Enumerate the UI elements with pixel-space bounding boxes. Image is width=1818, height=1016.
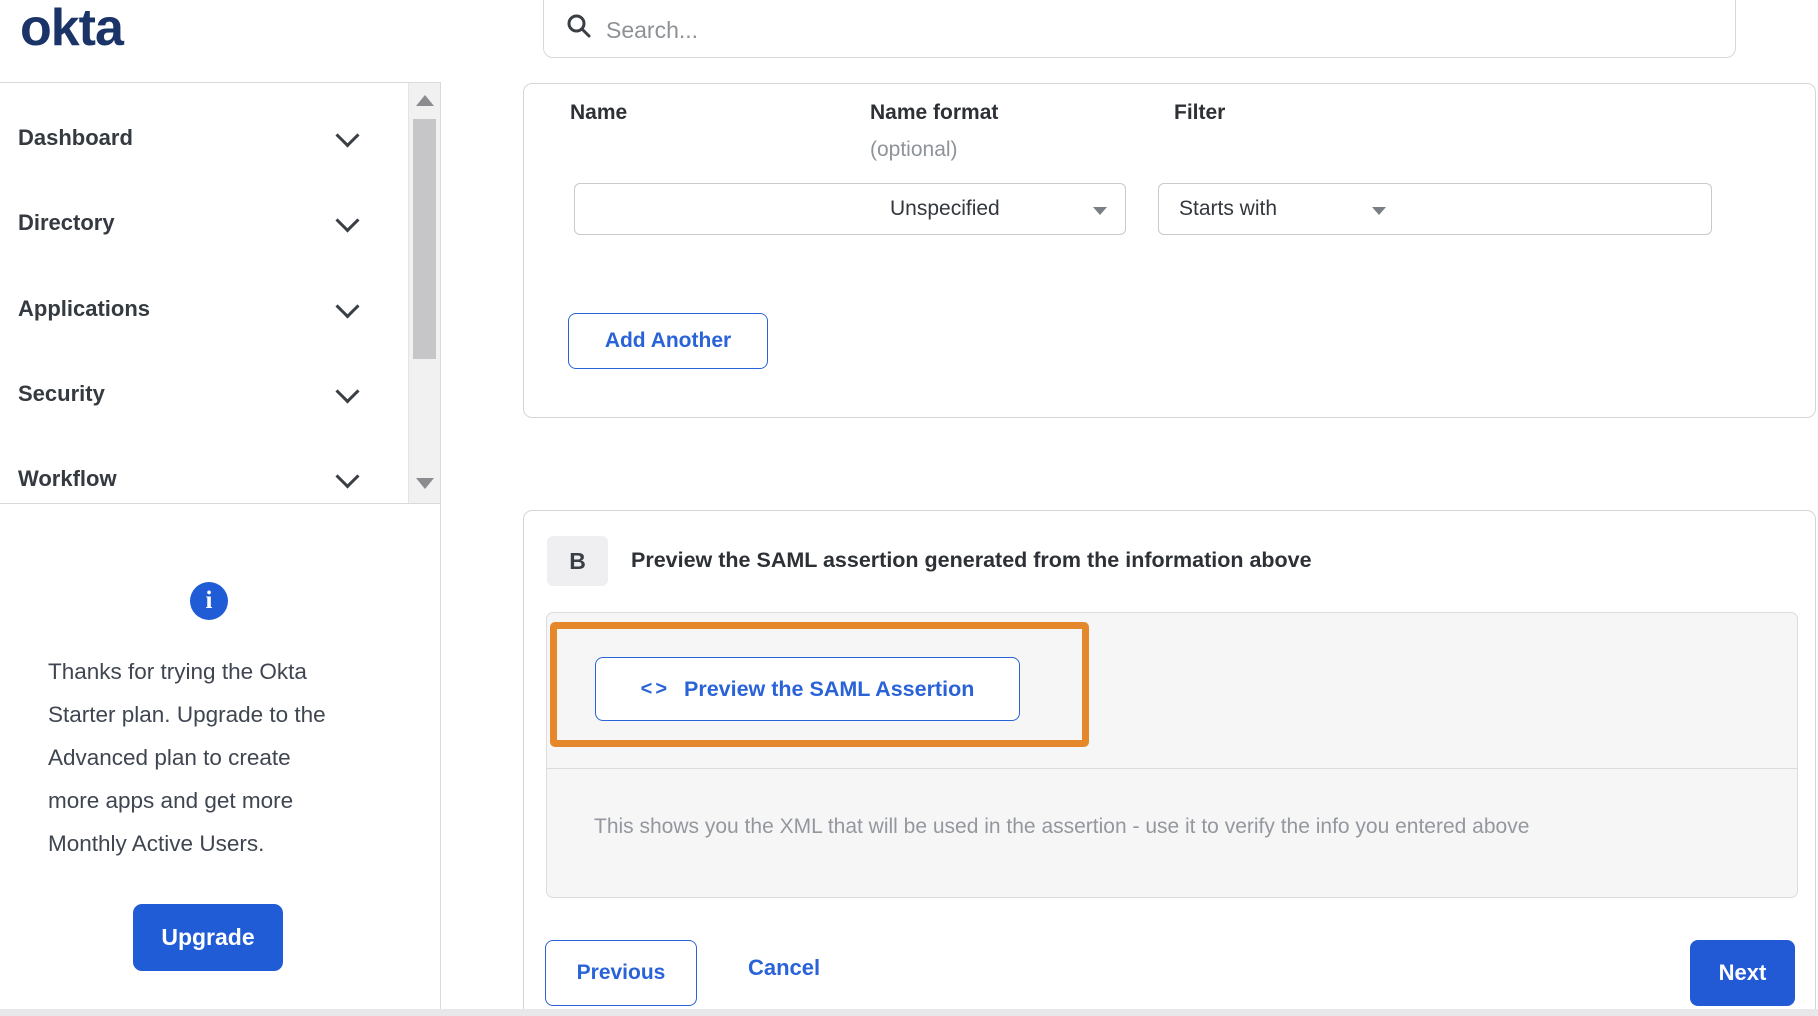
preview-description: This shows you the XML that will be used… (594, 815, 1530, 838)
chevron-down-icon (335, 207, 360, 233)
global-search[interactable] (543, 0, 1736, 58)
sidebar-item-security[interactable]: Security (0, 364, 404, 424)
step-b-badge: B (547, 536, 608, 586)
name-format-optional-hint: (optional) (870, 138, 958, 161)
panel-divider (547, 768, 1797, 769)
name-column-label: Name (570, 101, 628, 124)
sidebar-nav: Dashboard Directory Applications Securit… (0, 82, 440, 504)
preview-panel: <> Preview the SAML Assertion This shows… (546, 612, 1798, 898)
scroll-down-arrow-icon[interactable] (416, 478, 434, 489)
sidebar-scrollbar[interactable] (408, 83, 440, 503)
attribute-statements-card: Name Name format (optional) Filter Unspe… (523, 83, 1816, 418)
upgrade-button[interactable]: Upgrade (133, 904, 283, 971)
name-format-column-label: Name format (870, 101, 999, 124)
sidebar-item-dashboard[interactable]: Dashboard (0, 108, 404, 168)
chevron-down-icon (335, 463, 360, 489)
filter-column-label: Filter (1174, 101, 1226, 124)
attribute-name-field[interactable] (574, 183, 871, 235)
search-icon (566, 13, 592, 44)
okta-admin-console: okta Dashboard Directory Applications Se… (0, 0, 1818, 1016)
cancel-link[interactable]: Cancel (748, 955, 820, 981)
info-icon: i (190, 582, 228, 620)
code-icon: <> (640, 677, 670, 700)
next-button[interactable]: Next (1690, 940, 1795, 1006)
sidebar-item-workflow[interactable]: Workflow (0, 449, 404, 509)
scrollbar-thumb[interactable] (413, 119, 436, 359)
sidebar-divider (440, 82, 441, 1016)
filter-value-input[interactable] (1404, 184, 1711, 234)
dropdown-caret-icon (1093, 207, 1107, 215)
filter-type-select[interactable]: Starts with (1158, 183, 1405, 235)
chevron-down-icon (335, 122, 360, 148)
filter-value-field[interactable] (1404, 183, 1712, 235)
saml-preview-card: B Preview the SAML assertion generated f… (523, 510, 1816, 1016)
name-format-select[interactable]: Unspecified (870, 183, 1126, 235)
chevron-down-icon (335, 293, 360, 319)
preview-section-title: Preview the SAML assertion generated fro… (631, 548, 1312, 572)
chevron-down-icon (335, 378, 360, 404)
viewport-bottom-strip (0, 1009, 1818, 1016)
preview-saml-assertion-button[interactable]: <> Preview the SAML Assertion (595, 657, 1020, 721)
upgrade-note-text: Thanks for trying the Okta Starter plan.… (48, 659, 326, 856)
okta-logo: okta (20, 0, 124, 57)
add-another-button[interactable]: Add Another (568, 313, 768, 369)
attribute-name-input[interactable] (575, 184, 870, 234)
previous-button[interactable]: Previous (545, 940, 697, 1006)
dropdown-caret-icon (1372, 207, 1386, 215)
sidebar-item-applications[interactable]: Applications (0, 279, 404, 339)
search-input[interactable] (604, 11, 1688, 49)
sidebar-item-directory[interactable]: Directory (0, 193, 404, 253)
scroll-up-arrow-icon[interactable] (416, 95, 434, 106)
